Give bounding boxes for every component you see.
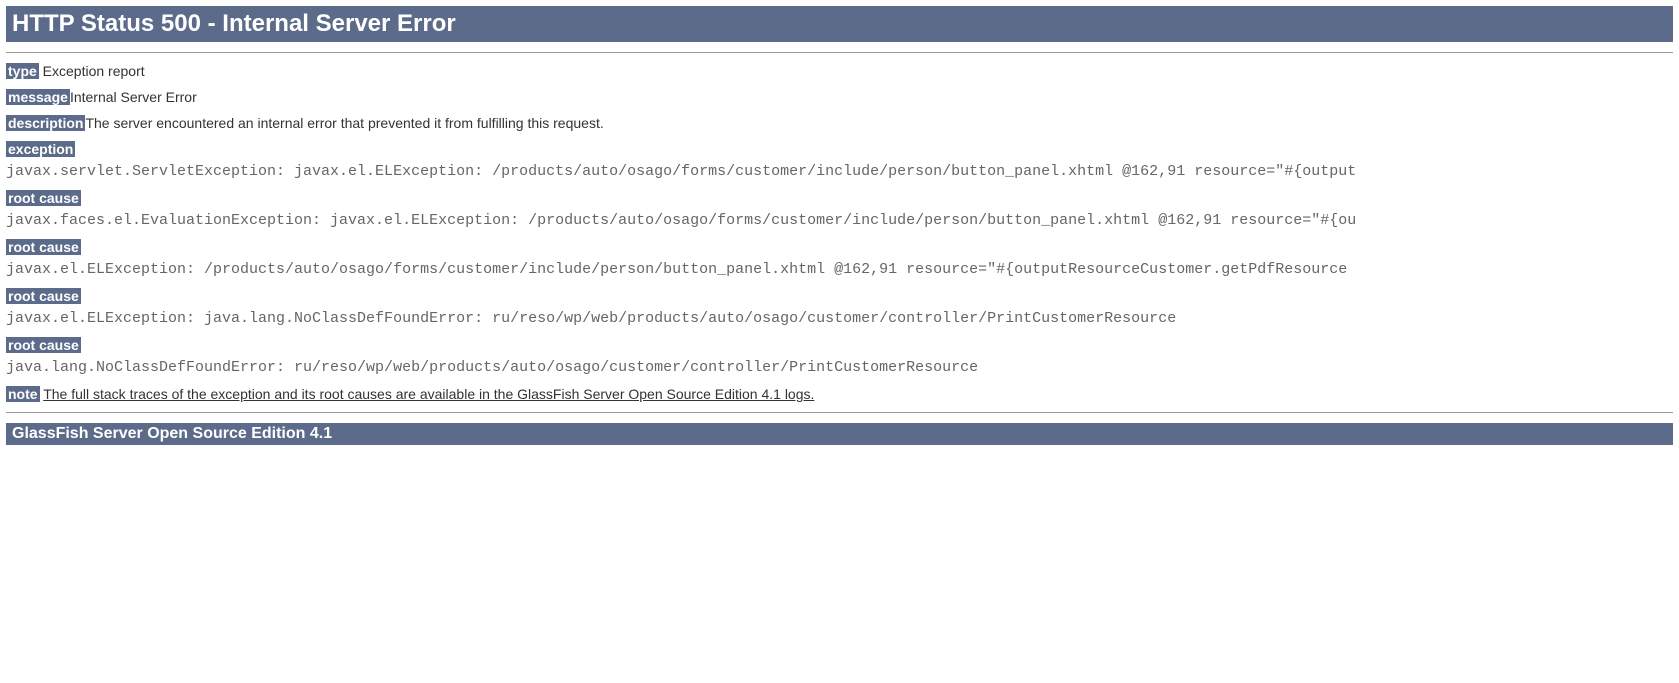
label-type: type [6, 63, 39, 79]
trace-root-cause-1: javax.faces.el.EvaluationException: java… [6, 212, 1673, 229]
field-message: messageInternal Server Error [6, 89, 1673, 105]
label-exception-row: exception [6, 141, 1673, 157]
server-footer: GlassFish Server Open Source Edition 4.1 [6, 423, 1673, 445]
trace-root-cause-2: javax.el.ELException: /products/auto/osa… [6, 261, 1673, 278]
label-root-cause-3: root cause [6, 288, 81, 304]
divider-top [6, 52, 1673, 53]
label-root-cause-row-4: root cause [6, 337, 1673, 353]
trace-exception: javax.servlet.ServletException: javax.el… [6, 163, 1673, 180]
value-message: Internal Server Error [70, 89, 197, 105]
field-type: type Exception report [6, 63, 1673, 79]
label-exception: exception [6, 141, 75, 157]
label-root-cause-4: root cause [6, 337, 81, 353]
label-root-cause-2: root cause [6, 239, 81, 255]
field-note: note The full stack traces of the except… [6, 386, 1673, 402]
label-root-cause-row-2: root cause [6, 239, 1673, 255]
label-note: note [6, 386, 40, 402]
trace-root-cause-4: java.lang.NoClassDefFoundError: ru/reso/… [6, 359, 1673, 376]
divider-bottom [6, 412, 1673, 413]
trace-root-cause-3: javax.el.ELException: java.lang.NoClassD… [6, 310, 1673, 327]
label-description: description [6, 115, 85, 131]
page-title: HTTP Status 500 - Internal Server Error [6, 6, 1673, 42]
value-type: Exception report [39, 63, 145, 79]
label-root-cause-row-3: root cause [6, 288, 1673, 304]
label-root-cause-row-1: root cause [6, 190, 1673, 206]
label-root-cause-1: root cause [6, 190, 81, 206]
value-description: The server encountered an internal error… [85, 115, 603, 131]
field-description: descriptionThe server encountered an int… [6, 115, 1673, 131]
note-link[interactable]: The full stack traces of the exception a… [43, 386, 814, 402]
label-message: message [6, 89, 70, 105]
